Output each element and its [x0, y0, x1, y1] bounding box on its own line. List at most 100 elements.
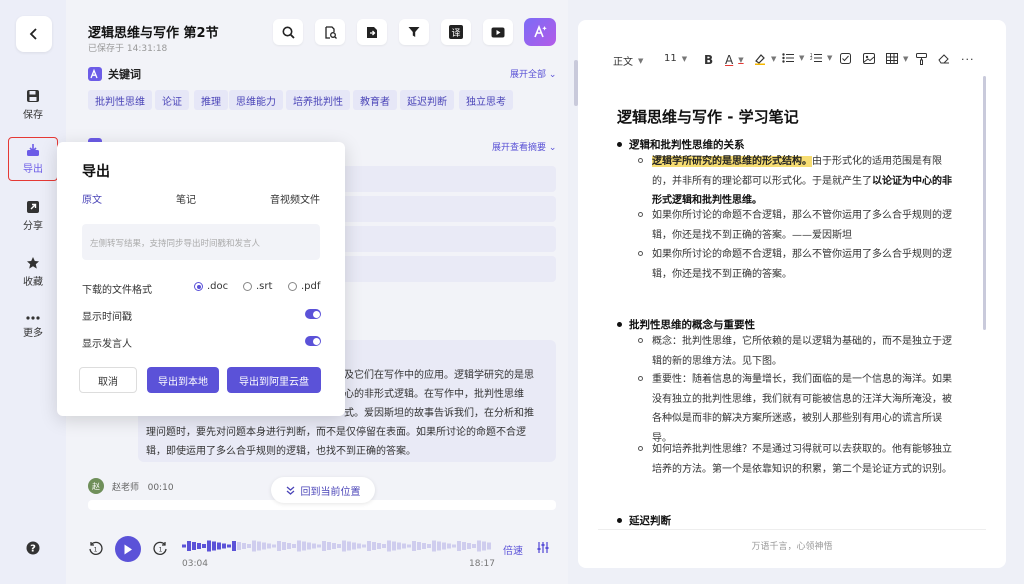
format-option-pdf[interactable]: .pdf	[288, 281, 320, 292]
svg-text:?: ?	[30, 544, 36, 555]
image-icon[interactable]	[863, 53, 875, 64]
format-painter-icon[interactable]	[916, 53, 927, 65]
waveform-bar	[417, 542, 421, 550]
waveform-bar	[482, 541, 486, 551]
export-local-button[interactable]: 导出到本地	[147, 367, 219, 393]
sidebar-item-save[interactable]: 保存	[8, 82, 58, 128]
forward-icon[interactable]: 1	[153, 541, 168, 556]
transcript-line: 辑，即使运用了多么合乎规则的逻辑，也找不到正确的答案。	[146, 446, 416, 457]
rewind-icon[interactable]: 1	[88, 541, 103, 556]
sidebar-item-share[interactable]: 分享	[8, 193, 58, 239]
video-button[interactable]	[483, 19, 513, 45]
list-item[interactable]: 如果你所讨论的命题不合逻辑，那么不管你运用了多么合乎规则的逻辑，你还是找不到正确…	[638, 206, 960, 245]
bullet-list-icon[interactable]: ▼	[782, 53, 804, 63]
waveform-bar	[397, 542, 401, 550]
tab-original[interactable]: 原文	[82, 191, 102, 206]
numbered-list-icon[interactable]: 1 2 ▼	[810, 53, 832, 63]
list-item[interactable]: 如何培养批判性思维？不是通过习得就可以去获取的。他有能够独立培养的方法。第一个是…	[638, 440, 960, 479]
doc-search-button[interactable]	[315, 19, 345, 45]
popup-title: 导出	[82, 164, 110, 180]
transcript-line: 式。爱因斯坦的故事告诉我们，在分析和推	[344, 408, 534, 419]
list-item[interactable]: 概念：批判性思维，它所依赖的是以逻辑为基础的，而不是独立于逻辑的新的思维方法。见…	[638, 332, 960, 371]
audio-waveform[interactable]	[182, 540, 492, 552]
keyword-chip[interactable]: 延迟判断	[400, 90, 454, 110]
sidebar-item-export[interactable]: 导出	[8, 137, 58, 181]
back-button[interactable]	[16, 16, 52, 52]
save-icon	[26, 89, 40, 103]
waveform-bar	[392, 541, 396, 551]
note-editor: 正文 ▼ 11 ▼ B A ▼ ▼ ▼ 1 2 ▼ ▼ ··· 逻辑思维与写作 - 学习笔…	[578, 20, 1006, 568]
search-button[interactable]	[273, 19, 303, 45]
svg-text:1: 1	[159, 547, 163, 554]
filter-button[interactable]	[399, 19, 429, 45]
font-size-dropdown[interactable]: 11 ▼	[664, 53, 687, 64]
waveform-bar	[382, 544, 386, 548]
waveform-bar	[327, 542, 331, 550]
translate-button[interactable]: 译	[441, 19, 471, 45]
expand-all-label: 展开全部	[510, 70, 547, 80]
highlighter-icon[interactable]: ▼	[754, 53, 776, 65]
export-cloud-button[interactable]: 导出到阿里云盘	[227, 367, 321, 393]
speed-button[interactable]: 倍速	[503, 542, 523, 557]
expand-summary-link[interactable]: 展开查看摘要 ⌄	[492, 140, 556, 153]
export-doc-button[interactable]	[357, 19, 387, 45]
list-item[interactable]: 如果你所讨论的命题不合逻辑，那么不管你运用了多么合乎规则的逻辑，你还是找不到正确…	[638, 245, 960, 284]
eraser-icon[interactable]	[938, 53, 950, 64]
play-icon	[123, 544, 133, 555]
list-item[interactable]: 重要性：随着信息的海量增长，我们面临的是一个信息的海洋。如果没有独立的批判性思维…	[638, 370, 960, 448]
play-button[interactable]	[115, 536, 141, 562]
tab-notes[interactable]: 笔记	[176, 191, 196, 206]
font-color-icon[interactable]: A ▼	[725, 53, 744, 67]
keyword-chip[interactable]: 思维能力	[229, 90, 283, 110]
keyword-chip[interactable]: 独立思考	[459, 90, 513, 110]
waveform-bar	[257, 541, 261, 551]
keyword-chip[interactable]: 教育者	[353, 90, 397, 110]
help-icon[interactable]: ?	[26, 541, 40, 555]
waveform-bar	[307, 542, 311, 550]
tab-media-files[interactable]: 音视频文件	[270, 191, 320, 206]
scrollbar[interactable]	[983, 76, 986, 330]
sidebar-item-more[interactable]: 更多	[8, 304, 58, 350]
format-option-srt[interactable]: .srt	[243, 281, 272, 292]
sidebar-item-favorite[interactable]: 收藏	[8, 249, 58, 295]
waveform-bar	[197, 543, 201, 549]
waveform-bar	[317, 544, 321, 548]
section-title[interactable]: 批判性思维的概念与重要性	[617, 317, 755, 332]
speaker-name: 赵老师	[112, 483, 140, 493]
cancel-button[interactable]: 取消	[79, 367, 137, 393]
expand-all-link[interactable]: 展开全部 ⌄	[510, 67, 556, 80]
total-time: 18:17	[469, 559, 495, 569]
keyword-chip[interactable]: 培养批判性	[286, 90, 350, 110]
section-title[interactable]: 逻辑和批判性思维的关系	[617, 137, 745, 152]
list-item-text: 如果你所讨论的命题不合逻辑，那么不管你运用了多么合乎规则的逻辑，你还是找不到正确…	[652, 210, 952, 241]
style-dropdown[interactable]: 正文 ▼	[613, 53, 643, 69]
export-description-field[interactable]: 左侧转写结果，支持同步导出时间戳和发言人	[82, 224, 320, 260]
format-option-doc[interactable]: .doc	[194, 281, 228, 292]
table-icon[interactable]: ▼	[886, 53, 908, 64]
page-title: 逻辑思维与写作 第2节	[88, 26, 219, 41]
format-label-srt: .srt	[256, 281, 273, 292]
chevron-down-icon: ▼	[681, 54, 688, 63]
list-item[interactable]: 逻辑学所研究的是思维的形式结构。由于形式化的适用范围是有限的，并非所有的理论都可…	[638, 152, 960, 211]
keyword-chip[interactable]: 推理	[194, 90, 228, 110]
checkbox-icon[interactable]	[840, 53, 851, 64]
keyword-chip[interactable]: 批判性思维	[88, 90, 152, 110]
list-item-text: 如何培养批判性思维？不是通过习得就可以去获取的。他有能够独立培养的方法。第一个是…	[652, 444, 952, 475]
equalizer-icon[interactable]	[537, 542, 549, 553]
return-to-current-button[interactable]: 回到当前位置	[271, 477, 375, 503]
more-options-icon[interactable]: ···	[961, 53, 975, 66]
ai-assistant-button[interactable]	[524, 18, 556, 46]
section-title[interactable]: 延迟判断	[617, 514, 671, 527]
waveform-bar	[202, 544, 206, 548]
bold-icon[interactable]: B	[704, 53, 713, 67]
list-item-text: 概念：批判性思维，它所依赖的是以逻辑为基础的，而不是独立于逻辑的新的思维方法。见…	[652, 336, 952, 367]
show-speaker-toggle[interactable]	[305, 336, 321, 346]
list-item-text: 如果你所讨论的命题不合逻辑，那么不管你运用了多么合乎规则的逻辑，你还是找不到正确…	[652, 249, 952, 280]
waveform-bar	[452, 544, 456, 548]
search-icon	[282, 26, 295, 39]
keyword-chip[interactable]: 论证	[155, 90, 189, 110]
waveform-bar	[302, 541, 306, 551]
show-timestamp-toggle[interactable]	[305, 309, 321, 319]
waveform-bar	[352, 542, 356, 550]
more-icon	[26, 315, 40, 321]
